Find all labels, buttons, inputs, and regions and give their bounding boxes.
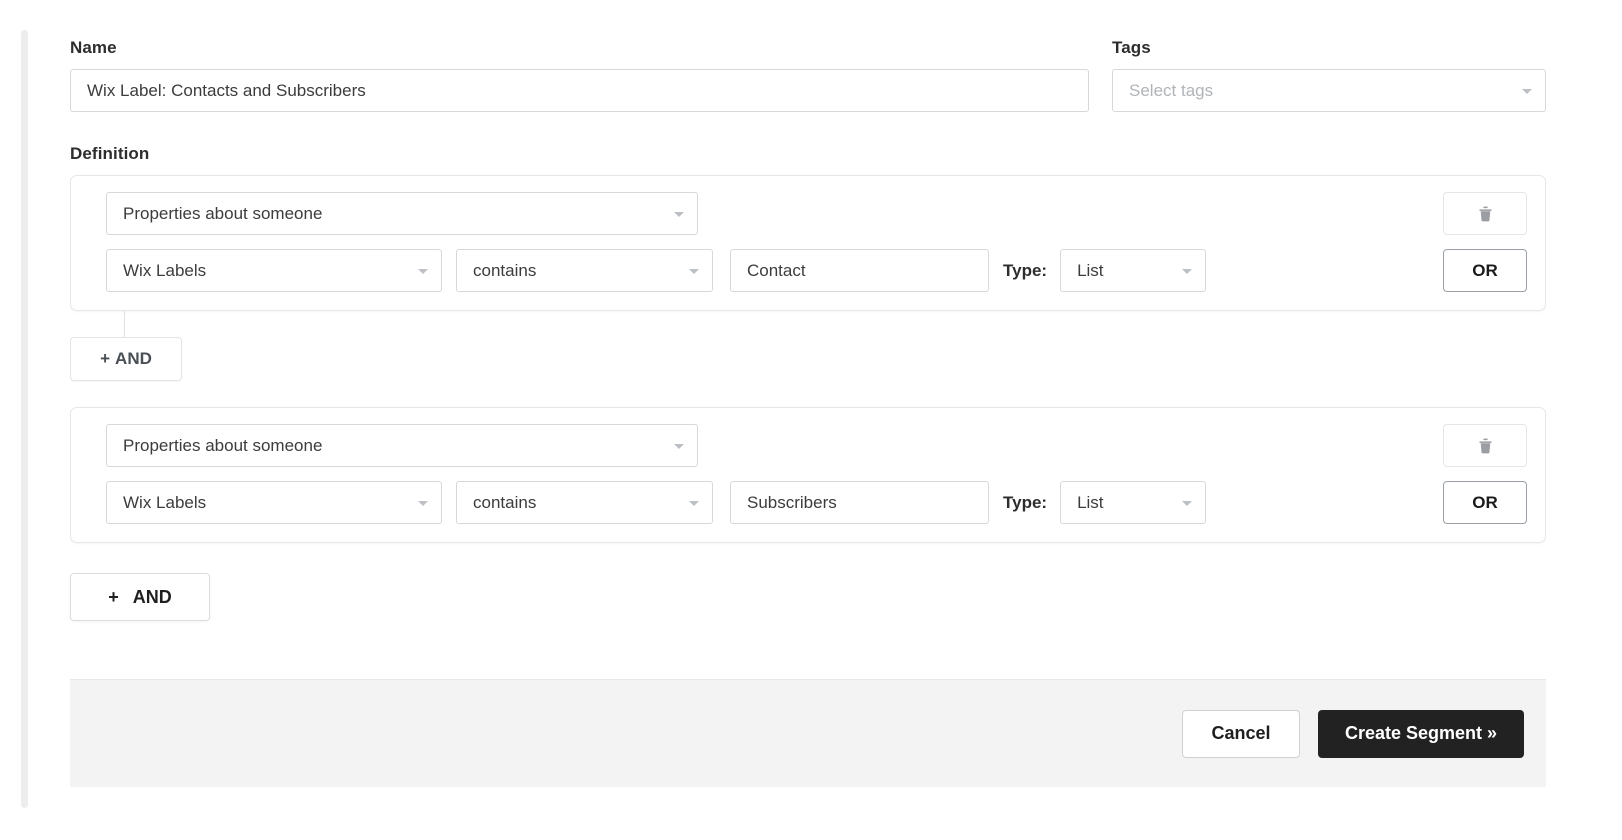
definition-label: Definition [70,144,150,163]
chevron-down-icon [689,500,699,506]
chevron-down-icon [674,443,684,449]
rule-subject-select[interactable]: Properties about someone [106,424,698,467]
tags-select-value: Select tags [1129,80,1214,100]
rule-operator-select[interactable]: contains [456,249,713,292]
name-label: Name [70,38,117,57]
trash-icon [1479,206,1491,222]
chevron-down-icon [1182,268,1193,274]
chevron-down-icon [1182,500,1193,506]
add-and-group-label: AND [115,349,152,368]
rule-operator-select[interactable]: contains [456,481,713,524]
or-button[interactable]: OR [1443,249,1527,292]
tags-select[interactable]: Select tags [1112,69,1546,112]
rule-card: Properties about someone Wix Labels cont… [70,175,1546,311]
and-gap [70,381,1546,407]
add-and-condition-label: AND [132,586,172,607]
rule-type-value: List [1077,492,1104,512]
rule-value-input[interactable] [730,249,989,292]
rule-subject-select[interactable]: Properties about someone [106,192,698,235]
form-content: Name Tags Select tags Definition Propert… [70,0,1546,787]
add-and-condition-button[interactable]: + AND [70,573,210,621]
rule-field-value: Wix Labels [123,260,207,280]
delete-rule-button[interactable] [1443,424,1527,467]
chevron-down-icon [418,268,428,274]
rule-subject-row: Properties about someone [106,192,1527,235]
top-fields-row: Name Tags Select tags [70,38,1546,112]
rule-type-select[interactable]: List [1060,249,1207,292]
chevron-down-icon [689,268,699,274]
rule-field-value: Wix Labels [123,492,207,512]
form-footer: Cancel Create Segment » [70,679,1546,787]
rule-operator-value: contains [473,260,537,280]
tags-label: Tags [1112,38,1151,57]
trash-icon [1479,438,1491,454]
tags-field-group: Tags Select tags [1112,38,1546,112]
rule-type-label: Type: [1003,492,1048,512]
plus-icon: + [108,586,119,607]
rule-subject-value: Properties about someone [123,203,323,223]
rule-condition-row: Wix Labels contains Type: List [106,249,1527,292]
chevron-down-icon [1522,88,1532,94]
rule-value-input[interactable] [730,481,989,524]
rule-subject-value: Properties about someone [123,435,323,455]
name-field-group: Name [70,38,1089,112]
rule-connector-line [70,311,1546,337]
vertical-scrollbar[interactable] [21,30,28,808]
add-and-group-button[interactable]: + AND [70,337,182,381]
name-input[interactable] [70,69,1089,112]
rule-type-label: Type: [1003,260,1048,280]
rule-card: Properties about someone Wix Labels cont… [70,407,1546,543]
rule-type-value: List [1077,260,1104,280]
rule-condition-row: Wix Labels contains Type: List [106,481,1527,524]
rule-subject-row: Properties about someone [106,424,1527,467]
chevron-down-icon [674,211,684,217]
or-button[interactable]: OR [1443,481,1527,524]
delete-rule-button[interactable] [1443,192,1527,235]
segment-builder-page: Name Tags Select tags Definition Propert… [0,0,1622,840]
plus-icon: + [100,349,111,368]
create-segment-button[interactable]: Create Segment » [1318,709,1524,758]
rule-type-select[interactable]: List [1060,481,1207,524]
rule-field-select[interactable]: Wix Labels [106,249,442,292]
cancel-button[interactable]: Cancel [1182,709,1300,758]
chevron-down-icon [418,500,428,506]
rule-field-select[interactable]: Wix Labels [106,481,442,524]
rule-operator-value: contains [473,492,537,512]
definition-section: Definition Properties about someone Wix … [70,144,1546,621]
